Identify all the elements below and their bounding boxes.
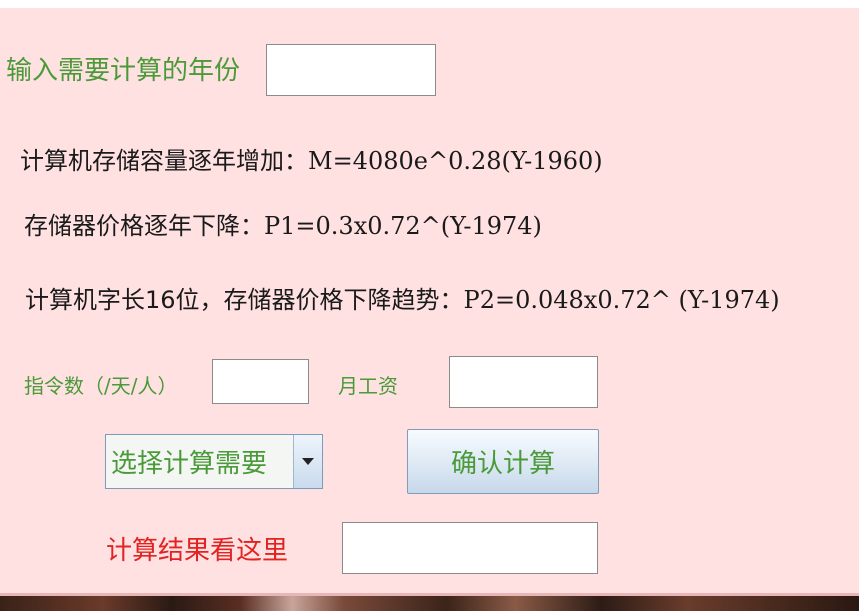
calculator-panel: 输入需要计算的年份 计算机存储容量逐年增加：M=4080e^0.28(Y-196… (0, 0, 859, 593)
formula-16bit-price-trend-equation: P2=0.048x0.72^ (Y-1974) (463, 286, 780, 314)
year-label: 输入需要计算的年份 (6, 56, 241, 86)
formula-storage-capacity: 计算机存储容量逐年增加：M=4080e^0.28(Y-1960) (20, 141, 603, 176)
salary-label: 月工资 (338, 374, 398, 398)
formula-16bit-price-trend: 计算机字长16位，存储器价格下降趋势：P2=0.048x0.72^ (Y-197… (25, 280, 780, 315)
year-input[interactable] (266, 44, 436, 96)
formula-16bit-price-trend-text: 计算机字长16位，存储器价格下降趋势： (25, 286, 464, 314)
dropdown-button[interactable] (293, 435, 322, 488)
result-label: 计算结果看这里 (106, 536, 289, 566)
background-photo-strip (0, 593, 859, 611)
confirm-calculate-button[interactable]: 确认计算 (407, 429, 599, 494)
calculation-type-selected: 选择计算需要 (111, 449, 268, 479)
formula-memory-price-text: 存储器价格逐年下降： (24, 212, 264, 240)
calculation-type-select[interactable]: 选择计算需要 (105, 434, 323, 489)
top-border (0, 0, 859, 8)
formula-memory-price: 存储器价格逐年下降：P1=0.3x0.72^(Y-1974) (24, 206, 542, 241)
chevron-down-icon (302, 458, 314, 465)
formula-memory-price-equation: P1=0.3x0.72^(Y-1974) (264, 212, 542, 240)
instructions-input[interactable] (212, 359, 309, 404)
instructions-label: 指令数（/天/人） (24, 374, 178, 398)
salary-input[interactable] (449, 356, 598, 408)
result-output[interactable] (342, 522, 598, 574)
formula-storage-capacity-equation: M=4080e^0.28(Y-1960) (308, 147, 603, 175)
formula-storage-capacity-text: 计算机存储容量逐年增加： (20, 147, 308, 175)
